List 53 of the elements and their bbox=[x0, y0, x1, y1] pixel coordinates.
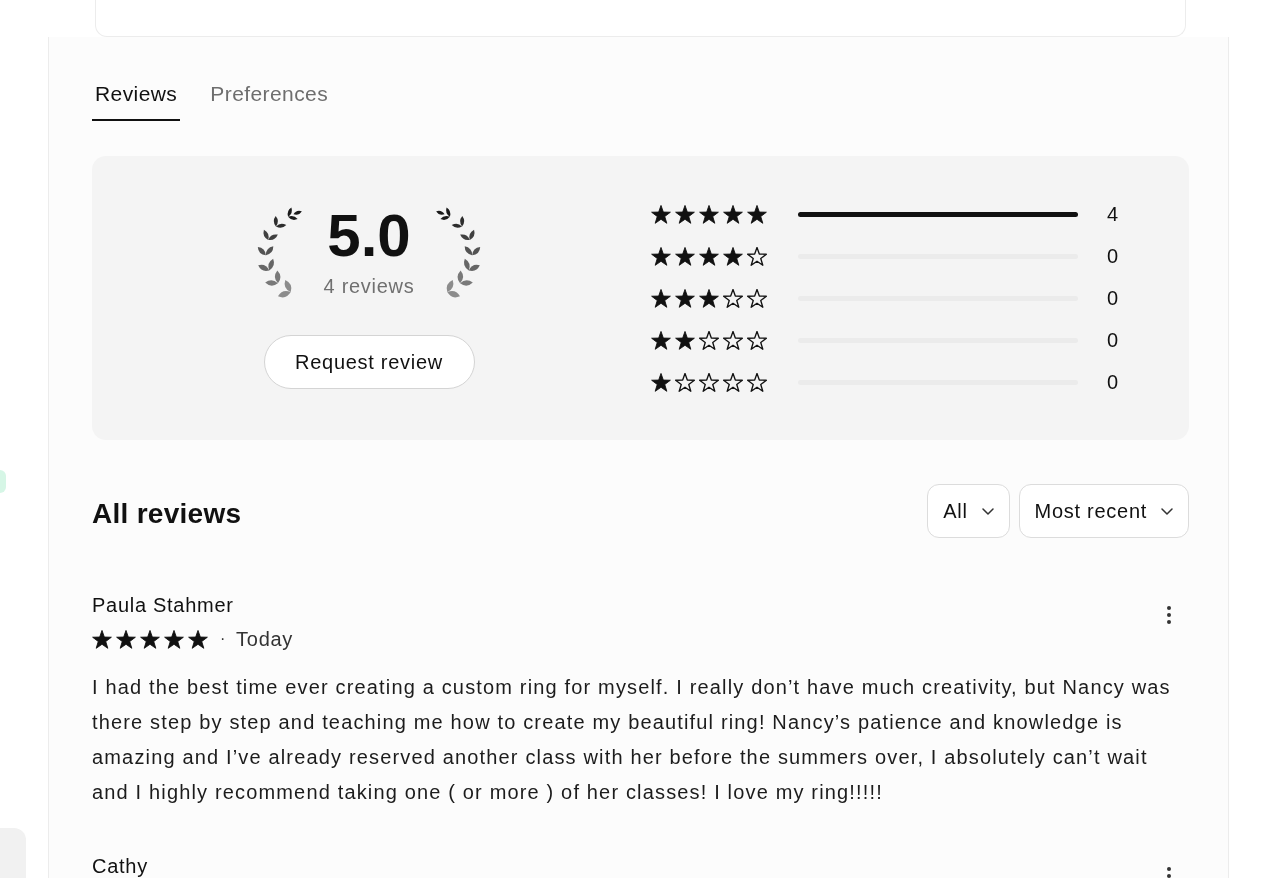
rating-count: 0 bbox=[1107, 370, 1119, 394]
reviewer-name: Paula Stahmer bbox=[92, 593, 235, 617]
empty-star-icon bbox=[747, 330, 767, 350]
tab[interactable]: Preferences bbox=[207, 82, 332, 121]
filled-star-icon bbox=[651, 204, 671, 224]
empty-star-icon bbox=[723, 288, 743, 308]
filled-star-icon bbox=[675, 204, 695, 224]
review-text: I had the best time ever creating a custom ring for myself. I really don’t have much creativity, but Nancy was there step by step and teaching me how to create my beautiful ring! Nancy’s patience and knowledge is amazing and I’ve already reserved another class with her before the summers over, I absolutely can’t wait and I highly recommend taking one ( or more ) of her classes! I love my ring!!!!! bbox=[92, 675, 1172, 805]
rating-count: 0 bbox=[1107, 328, 1119, 352]
filled-star-icon bbox=[723, 246, 743, 266]
filled-star-icon bbox=[651, 246, 671, 266]
reviewer-name: Cathy bbox=[92, 854, 148, 878]
filled-star-icon bbox=[651, 330, 671, 350]
filled-star-icon bbox=[723, 204, 743, 224]
filled-star-icon bbox=[747, 204, 767, 224]
filled-star-icon bbox=[675, 246, 695, 266]
empty-star-icon bbox=[747, 246, 767, 266]
separator: · bbox=[220, 629, 227, 649]
filled-star-icon bbox=[651, 372, 671, 392]
vertical-dots-icon bbox=[1167, 606, 1171, 624]
empty-star-icon bbox=[699, 372, 719, 392]
empty-star-icon bbox=[747, 372, 767, 392]
empty-star-icon bbox=[699, 330, 719, 350]
review-count: 4 reviews bbox=[323, 274, 415, 298]
average-rating: 5.0 bbox=[327, 206, 411, 266]
filled-star-icon bbox=[699, 204, 719, 224]
filled-star-icon bbox=[164, 629, 184, 649]
sidebar-highlight bbox=[0, 470, 6, 493]
tab[interactable]: Reviews bbox=[92, 82, 181, 121]
filled-star-icon bbox=[651, 288, 671, 308]
filled-star-icon bbox=[140, 629, 160, 649]
more-options-button[interactable] bbox=[1167, 606, 1171, 624]
empty-star-icon bbox=[747, 288, 767, 308]
filled-star-icon bbox=[188, 629, 208, 649]
empty-star-icon bbox=[675, 372, 695, 392]
chevron-down-icon bbox=[981, 507, 994, 515]
review-date: Today bbox=[236, 627, 294, 651]
empty-star-icon bbox=[723, 372, 743, 392]
rating-count: 4 bbox=[1107, 202, 1119, 226]
request-review-button[interactable]: Request review bbox=[263, 335, 475, 389]
filled-star-icon bbox=[92, 629, 112, 649]
rating-count: 0 bbox=[1107, 286, 1119, 310]
filled-star-icon bbox=[675, 288, 695, 308]
dropdown[interactable]: Most recent bbox=[1018, 484, 1189, 538]
chevron-down-icon bbox=[1161, 507, 1173, 515]
filled-star-icon bbox=[699, 246, 719, 266]
filled-star-icon bbox=[699, 288, 719, 308]
empty-star-icon bbox=[723, 330, 743, 350]
filled-star-icon bbox=[675, 330, 695, 350]
section-title: All reviews bbox=[92, 497, 242, 531]
filled-star-icon bbox=[116, 629, 136, 649]
dropdown[interactable]: All bbox=[927, 484, 1010, 538]
rating-count: 0 bbox=[1107, 244, 1119, 268]
